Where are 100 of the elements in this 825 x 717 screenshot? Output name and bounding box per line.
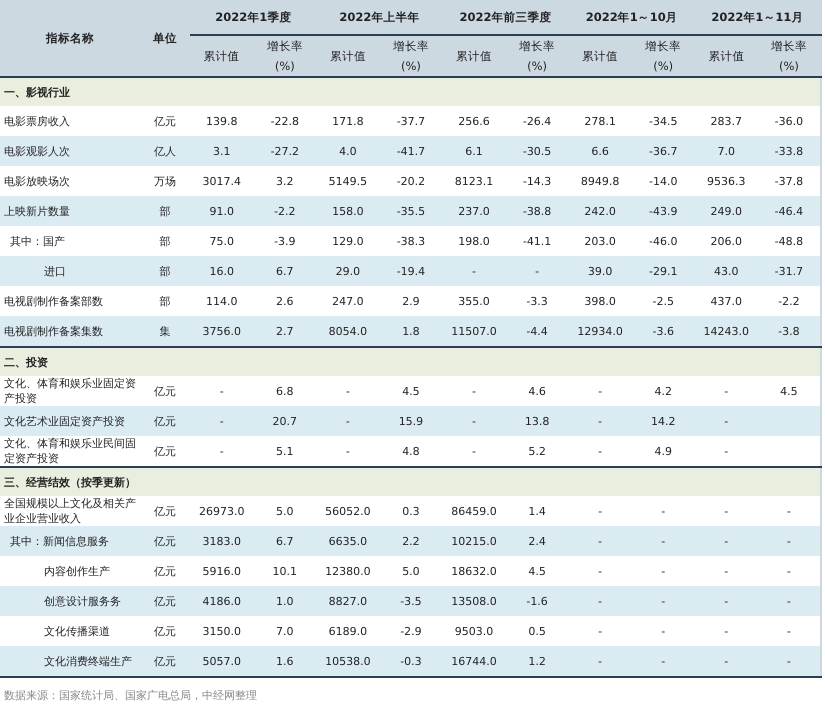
table-cell: 14.2 xyxy=(650,414,676,428)
table-cell: 14243.0 xyxy=(704,324,750,338)
table-cell: - xyxy=(786,594,791,608)
table-cell: 6.6 xyxy=(591,144,609,158)
table-cell: 1.6 xyxy=(276,654,294,668)
table-cell: -3.3 xyxy=(526,294,548,308)
table-cell: 5.0 xyxy=(276,504,294,518)
table-cell: 4186.0 xyxy=(202,594,241,608)
table-cell: -43.9 xyxy=(648,204,678,218)
table-cell: - xyxy=(724,534,728,548)
table-cell: 3756.0 xyxy=(202,324,241,338)
table-cell: 91.0 xyxy=(209,204,234,218)
table-cell: 29.0 xyxy=(336,264,360,278)
table-cell: 部 xyxy=(140,196,190,226)
table-cell: 16744.0 xyxy=(451,654,497,668)
table-cell: -48.8 xyxy=(774,234,804,248)
table-cell: - xyxy=(598,534,602,548)
table-cell: 18632.0 xyxy=(451,564,497,578)
column-header: 增长率 (%) xyxy=(253,35,316,77)
table-cell: 5149.5 xyxy=(328,174,368,188)
table-cell: 39.0 xyxy=(588,264,612,278)
table-cell: - xyxy=(472,384,476,398)
table-cell: -36.0 xyxy=(774,114,804,128)
column-header: 增长率 (%) xyxy=(758,35,821,77)
table-cell: 文化、体育和娱乐业固定资产投资 xyxy=(0,376,140,406)
table-cell: 3150.0 xyxy=(202,624,241,638)
column-header: 增长率 (%) xyxy=(632,35,695,77)
table-cell: 242.0 xyxy=(584,204,616,218)
table-cell: 4.5 xyxy=(402,384,420,398)
column-header: 累计值 xyxy=(442,35,506,77)
table-cell: -41.1 xyxy=(522,234,552,248)
table-cell: -3.6 xyxy=(652,324,674,338)
table-cell: -3.5 xyxy=(400,594,422,608)
table-cell: 8827.0 xyxy=(328,594,368,608)
table-cell: 5057.0 xyxy=(202,654,241,668)
table-cell: 10215.0 xyxy=(451,534,497,548)
column-header: 2022年1季度 xyxy=(190,0,316,35)
table-cell: -4.4 xyxy=(526,324,548,338)
table-cell: -14.0 xyxy=(648,174,678,188)
table-cell: -27.2 xyxy=(270,144,300,158)
table-cell: 6.7 xyxy=(276,534,294,548)
table-cell: - xyxy=(661,564,666,578)
table-cell: 398.0 xyxy=(584,294,616,308)
table-cell: 4.5 xyxy=(528,564,546,578)
table-cell: - xyxy=(724,654,728,668)
section-header: 二、投资 xyxy=(0,347,821,376)
table-cell: - xyxy=(786,654,791,668)
table-cell: 文化消费终端生产 xyxy=(0,646,140,677)
source-note: 数据来源：国家统计局、国家广电总局，中经网整理 xyxy=(3,688,258,703)
table-cell: -3.9 xyxy=(274,234,296,248)
table-cell: - xyxy=(598,564,602,578)
column-header: 2022年1～10月 xyxy=(568,0,695,35)
table-cell: 12934.0 xyxy=(577,324,623,338)
table-cell: 2.6 xyxy=(276,294,294,308)
table-cell: 其中：新闻信息服务 xyxy=(0,526,140,556)
table-cell: 139.8 xyxy=(206,114,238,128)
column-header: 2022年前三季度 xyxy=(442,0,569,35)
table-cell: 电影票房收入 xyxy=(0,106,140,136)
table-cell: 75.0 xyxy=(209,234,234,248)
table-cell: 文化、体育和娱乐业民间固定资产投资 xyxy=(0,436,140,467)
table-cell: - xyxy=(598,414,602,428)
table-cell: 2.7 xyxy=(276,324,294,338)
table-cell: - xyxy=(598,384,602,398)
table-cell: 0.3 xyxy=(402,504,420,518)
table-cell: 6635.0 xyxy=(328,534,368,548)
column-header: 增长率 (%) xyxy=(506,35,569,77)
table-cell: 13508.0 xyxy=(451,594,497,608)
table-cell: -2.2 xyxy=(274,204,296,218)
table-cell: - xyxy=(724,384,728,398)
column-header: 2022年上半年 xyxy=(316,0,442,35)
table-cell: - xyxy=(598,654,602,668)
table-cell: - xyxy=(346,384,350,398)
table-cell: 4.0 xyxy=(339,144,357,158)
table-cell: 3017.4 xyxy=(202,174,241,188)
table-cell: 129.0 xyxy=(332,234,364,248)
table-cell: 5.0 xyxy=(402,564,420,578)
table-cell: 部 xyxy=(140,256,190,286)
table-cell: 437.0 xyxy=(710,294,742,308)
table-cell: 0.5 xyxy=(528,624,546,638)
table-cell: 198.0 xyxy=(458,234,490,248)
table-cell: 6.1 xyxy=(465,144,483,158)
table-cell: 4.9 xyxy=(654,444,672,458)
column-header: 指标名称 xyxy=(0,0,140,77)
table-cell: -31.7 xyxy=(774,264,804,278)
table-cell: 7.0 xyxy=(276,624,294,638)
table-cell: 9503.0 xyxy=(454,624,494,638)
table-cell: 亿人 xyxy=(140,136,190,166)
table-cell: 278.1 xyxy=(584,114,616,128)
table-cell: 亿元 xyxy=(140,616,190,646)
table-cell: 4.5 xyxy=(780,384,798,398)
table-cell: -20.2 xyxy=(396,174,426,188)
table-cell: - xyxy=(661,594,666,608)
table-cell: 86459.0 xyxy=(451,504,497,518)
table-cell: 2.4 xyxy=(528,534,546,548)
table-cell: 43.0 xyxy=(714,264,739,278)
table-cell: 文化艺术业固定资产投资 xyxy=(0,406,140,436)
table-cell: -0.3 xyxy=(400,654,422,668)
table-cell: 355.0 xyxy=(458,294,490,308)
table-cell: - xyxy=(472,264,476,278)
column-header: 增长率 (%) xyxy=(379,35,442,77)
